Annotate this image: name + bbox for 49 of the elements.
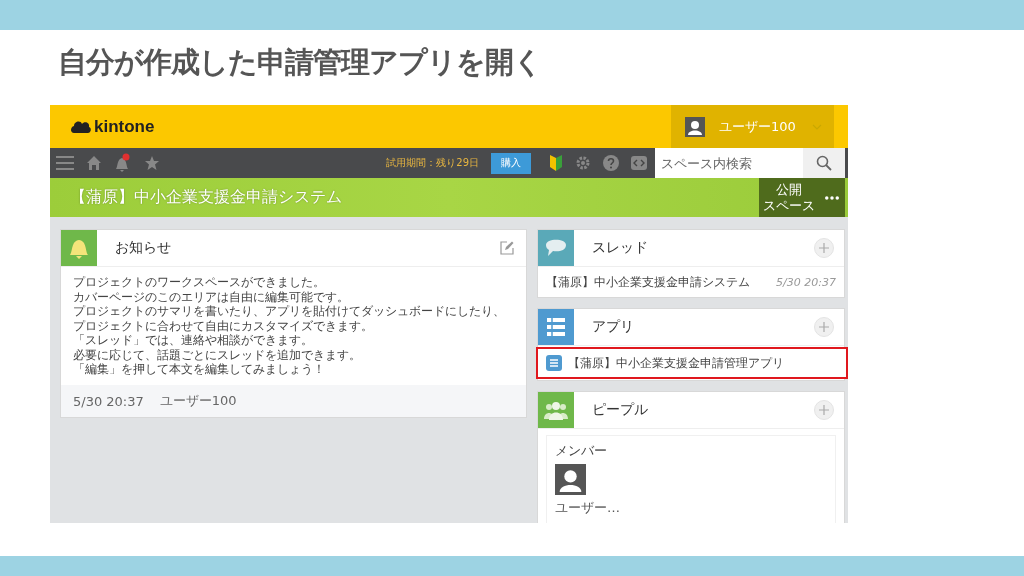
bell-icon[interactable] xyxy=(114,153,132,173)
notice-text: 「スレッド」では、連絡や相談ができます。 xyxy=(73,333,313,348)
menu-icon[interactable] xyxy=(56,156,74,170)
edit-icon[interactable] xyxy=(500,241,514,255)
search-field[interactable]: スペース内検索 xyxy=(655,148,803,178)
app-link[interactable]: 【蒲原】中小企業支援金申請管理アプリ xyxy=(536,347,848,379)
trial-notice: 試用期間：残り29日 xyxy=(386,156,479,170)
add-button[interactable] xyxy=(814,400,834,420)
help-icon[interactable] xyxy=(603,155,619,171)
section-label: メンバー xyxy=(555,442,608,460)
card-title: ピープル xyxy=(592,401,648,419)
plus-icon xyxy=(819,405,829,415)
card-title: スレッド xyxy=(592,239,648,257)
more-icon xyxy=(825,195,839,200)
plus-icon xyxy=(819,243,829,253)
avatar-icon xyxy=(685,116,705,137)
notice-text: 必要に応じて、話題ごとにスレッドを追加できます。 xyxy=(73,347,361,362)
button-label: 公開 xyxy=(776,181,802,198)
add-button[interactable] xyxy=(814,317,834,337)
add-button[interactable] xyxy=(814,238,834,258)
bell-icon xyxy=(61,230,97,266)
search-button[interactable] xyxy=(803,148,845,178)
search-icon xyxy=(816,155,832,171)
button-label: スペース xyxy=(763,197,815,214)
home-icon[interactable] xyxy=(86,155,102,171)
settings-icon[interactable] xyxy=(575,155,591,171)
card-title: お知らせ xyxy=(115,239,171,257)
kintone-logo[interactable]: kintone xyxy=(70,116,155,137)
plus-icon xyxy=(819,322,829,332)
star-icon[interactable] xyxy=(144,155,160,171)
public-space-button[interactable]: 公開 スペース xyxy=(759,178,819,217)
more-button[interactable] xyxy=(819,178,845,217)
notice-text: プロジェクトのワークスペースができました。 xyxy=(73,275,325,290)
notice-text: プロジェクトに合わせて自由にカスタマイズできます。 xyxy=(73,318,373,333)
avatar-icon[interactable] xyxy=(555,464,586,495)
card-title: アプリ xyxy=(592,318,634,336)
code-icon[interactable] xyxy=(631,156,647,170)
thread-link[interactable]: 【蒲原】中小企業支援金申請システム xyxy=(546,273,750,291)
space-title: 【蒲原】中小企業支援金申請システム xyxy=(70,187,342,208)
thread-time: 5/30 20:37 xyxy=(776,275,836,289)
notice-text: カバーページのこのエリアは自由に編集可能です。 xyxy=(73,289,349,304)
post-author: ユーザー100 xyxy=(159,392,237,410)
post-date: 5/30 20:37 xyxy=(73,393,144,409)
slide-title: 自分が作成した申請管理アプリを開く xyxy=(58,43,542,81)
member-name[interactable]: ユーザー… xyxy=(555,499,620,517)
notice-text: プロジェクトのサマリを書いたり、アプリを貼付けてダッシュボードにしたり、 xyxy=(73,304,505,319)
notice-text: 「編集」を押して本文を編集してみましょう！ xyxy=(73,362,325,377)
list-icon xyxy=(546,355,562,371)
beginner-mark-icon[interactable] xyxy=(549,155,563,171)
